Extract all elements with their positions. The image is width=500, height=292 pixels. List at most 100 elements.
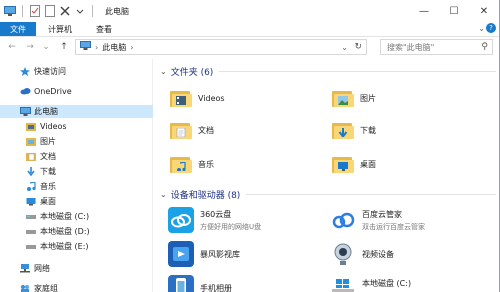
computer-icon bbox=[20, 107, 31, 116]
phone-album-icon bbox=[168, 275, 194, 292]
sidebar-item-label: 网络 bbox=[34, 264, 50, 273]
baofeng-icon bbox=[168, 241, 194, 267]
sidebar-item-label: OneDrive bbox=[34, 87, 72, 96]
minimize-button[interactable]: — bbox=[409, 0, 439, 22]
desktop-folder-icon bbox=[332, 154, 354, 174]
sidebar-item-desktop[interactable]: 桌面 bbox=[0, 195, 153, 208]
folder-label: 文档 bbox=[198, 125, 214, 135]
device-description: 方便好用的网络U盘 bbox=[200, 222, 262, 231]
sidebar-item-label: 此电脑 bbox=[34, 107, 58, 116]
recent-locations-button[interactable]: ⌄ bbox=[40, 42, 52, 52]
folder-desktop[interactable]: 桌面 bbox=[332, 151, 376, 177]
sidebar-item-label: 文档 bbox=[40, 152, 56, 161]
breadcrumb-this-pc[interactable]: 此电脑 bbox=[102, 42, 126, 53]
folder-pictures[interactable]: 图片 bbox=[332, 85, 376, 111]
help-icon[interactable]: ? bbox=[486, 23, 496, 33]
title-bar: 此电脑 — ☐ ✕ bbox=[0, 0, 499, 22]
sidebar-item-label: 音乐 bbox=[40, 182, 56, 191]
folder-videos[interactable]: Videos bbox=[170, 85, 225, 111]
windows-drive-icon bbox=[330, 275, 356, 292]
collapse-chevron-icon[interactable]: ⌄ bbox=[160, 67, 167, 76]
group-divider bbox=[246, 193, 496, 195]
sidebar-item-drive-e[interactable]: 本地磁盘 (E:) bbox=[0, 240, 153, 253]
breadcrumb-chevron-icon[interactable]: › bbox=[130, 43, 133, 52]
device-webcam[interactable]: 视频设备 bbox=[330, 239, 394, 269]
device-360-cloud[interactable]: 360云盘 方便好用的网络U盘 bbox=[168, 205, 261, 235]
folders-group-header[interactable]: ⌄ 文件夹 (6) bbox=[160, 64, 499, 78]
sidebar-item-label: 家庭组 bbox=[34, 284, 58, 292]
webcam-icon bbox=[330, 241, 356, 267]
search-icon[interactable]: ⚲ bbox=[481, 42, 488, 52]
address-bar[interactable]: › 此电脑 › ⌄ ↻ bbox=[75, 39, 367, 55]
device-name: 360云盘 bbox=[200, 209, 232, 219]
sidebar-item-label: 本地磁盘 (D:) bbox=[40, 227, 90, 236]
pictures-folder-icon bbox=[332, 88, 354, 108]
downloads-folder-icon bbox=[332, 120, 354, 140]
sidebar-item-label: 本地磁盘 (E:) bbox=[40, 242, 89, 251]
folder-label: 下载 bbox=[360, 125, 376, 135]
forward-button[interactable]: → bbox=[24, 42, 36, 52]
sidebar-item-label: 本地磁盘 (C:) bbox=[40, 212, 90, 221]
sidebar-item-homegroup[interactable]: 家庭组 bbox=[0, 282, 153, 292]
tab-computer[interactable]: 计算机 bbox=[36, 22, 84, 36]
sidebar-scrollbar[interactable] bbox=[153, 59, 159, 292]
sidebar-item-drive-d[interactable]: 本地磁盘 (D:) bbox=[0, 225, 153, 238]
sidebar-item-label: 图片 bbox=[40, 137, 56, 146]
sidebar-item-music[interactable]: 音乐 bbox=[0, 180, 153, 193]
group-divider bbox=[219, 70, 496, 72]
new-folder-icon[interactable] bbox=[44, 5, 56, 17]
search-placeholder: 搜索"此电脑" bbox=[387, 42, 435, 52]
folder-label: 音乐 bbox=[198, 159, 214, 169]
drive-icon bbox=[26, 227, 36, 236]
device-phone-album[interactable]: 手机相册 bbox=[168, 273, 232, 292]
folder-downloads[interactable]: 下载 bbox=[332, 117, 376, 143]
star-icon bbox=[20, 67, 30, 76]
window-title: 此电脑 bbox=[105, 6, 129, 16]
folder-documents[interactable]: 文档 bbox=[170, 117, 214, 143]
sidebar-item-drive-c[interactable]: 本地磁盘 (C:) bbox=[0, 210, 153, 223]
expand-ribbon-icon[interactable]: ⌄ bbox=[478, 24, 485, 33]
sidebar-item-this-pc[interactable]: 此电脑 bbox=[0, 105, 153, 118]
folder-label: 图片 bbox=[360, 93, 376, 103]
device-baidu-cloud[interactable]: 百度云管家 双击运行百度云管家 bbox=[330, 205, 425, 235]
group-heading: 文件夹 (6) bbox=[170, 67, 214, 78]
delete-icon[interactable] bbox=[59, 5, 71, 17]
up-button[interactable]: ↑ bbox=[58, 42, 70, 52]
tab-view[interactable]: 查看 bbox=[84, 22, 124, 36]
device-name: 本地磁盘 (C:) bbox=[362, 279, 412, 288]
sidebar-item-pictures[interactable]: 图片 bbox=[0, 135, 153, 148]
sidebar-item-documents[interactable]: 文档 bbox=[0, 150, 153, 163]
devices-group-header[interactable]: ⌄ 设备和驱动器 (8) bbox=[160, 187, 499, 201]
search-input[interactable]: 搜索"此电脑" ⚲ bbox=[380, 39, 493, 55]
refresh-button[interactable]: ↻ bbox=[354, 42, 362, 52]
network-icon bbox=[20, 264, 30, 273]
sidebar-item-quick-access[interactable]: 快速访问 bbox=[0, 65, 153, 78]
sidebar-item-downloads[interactable]: 下载 bbox=[0, 165, 153, 178]
sidebar-item-onedrive[interactable]: OneDrive bbox=[0, 85, 153, 98]
sidebar-item-videos[interactable]: Videos bbox=[0, 120, 153, 133]
device-baofeng[interactable]: 暴风影视库 bbox=[168, 239, 240, 269]
sidebar-item-label: 快速访问 bbox=[34, 67, 66, 76]
folder-music[interactable]: 音乐 bbox=[170, 151, 214, 177]
properties-icon[interactable] bbox=[29, 5, 41, 17]
collapse-chevron-icon[interactable]: ⌄ bbox=[160, 190, 167, 199]
drive-icon bbox=[26, 242, 36, 251]
group-heading: 设备和驱动器 (8) bbox=[170, 190, 241, 201]
sidebar-item-label: 桌面 bbox=[40, 197, 56, 206]
sidebar-item-network[interactable]: 网络 bbox=[0, 262, 153, 275]
maximize-button[interactable]: ☐ bbox=[439, 0, 469, 22]
computer-icon[interactable] bbox=[4, 5, 16, 17]
device-drive-c[interactable]: 本地磁盘 (C:) bbox=[330, 273, 462, 292]
back-button[interactable]: ← bbox=[6, 42, 18, 52]
close-button[interactable]: ✕ bbox=[469, 0, 499, 22]
documents-folder-icon bbox=[170, 120, 192, 140]
drive-icon bbox=[26, 212, 36, 221]
explorer-window: 此电脑 — ☐ ✕ 文件 计算机 查看 ⌄ ? ← → ⌄ ↑ › 此电脑 › … bbox=[0, 0, 500, 292]
address-dropdown-icon[interactable]: ⌄ bbox=[341, 43, 348, 52]
navigation-bar: ← → ⌄ ↑ › 此电脑 › ⌄ ↻ 搜索"此电脑" ⚲ bbox=[0, 37, 499, 57]
computer-icon bbox=[80, 41, 91, 53]
tab-file[interactable]: 文件 bbox=[0, 22, 36, 36]
dropdown-icon[interactable] bbox=[74, 5, 86, 17]
pictures-folder-icon bbox=[26, 137, 36, 146]
window-controls: — ☐ ✕ bbox=[409, 0, 499, 22]
